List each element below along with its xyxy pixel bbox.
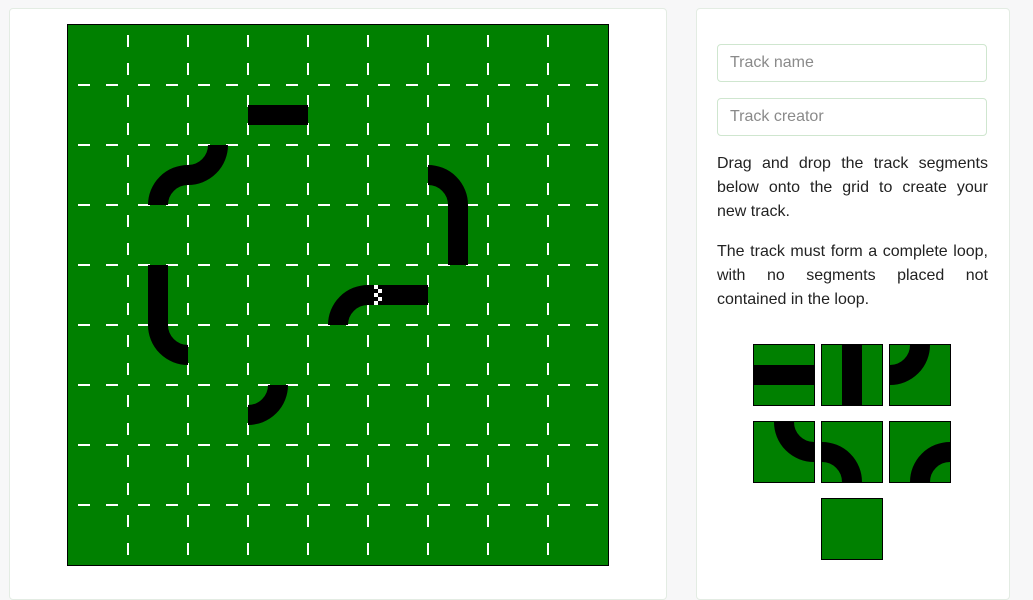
track-segment-curve-right-bottom [148, 165, 189, 206]
palette-segment-straight-vertical[interactable] [821, 344, 883, 406]
track-segment-curve-top-right [148, 324, 189, 365]
track-segment-curve-left-top [247, 384, 288, 425]
empty-tile-icon [822, 499, 882, 559]
track-segment-curve-left-top [187, 144, 228, 185]
drag-drop-instructions: Drag and drop the track segments below o… [717, 155, 988, 220]
track-segment-curve-left-bottom [427, 165, 468, 206]
loop-rule-instructions: The track must form a complete loop, wit… [717, 243, 988, 308]
palette-segment-curve-left-top[interactable] [889, 344, 951, 406]
palette-segment-curve-right-bottom[interactable] [889, 421, 951, 483]
curve-right-bottom-track-icon [910, 442, 950, 482]
track-name-input[interactable] [717, 44, 987, 82]
palette-segment-straight-horizontal[interactable] [753, 344, 815, 406]
start-finish-marker [374, 285, 382, 305]
palette-segment-empty[interactable] [821, 498, 883, 560]
palette-track-shape [910, 442, 950, 482]
curve-top-right-track-icon [774, 422, 814, 462]
track-grid-canvas[interactable] [68, 25, 608, 565]
palette-segment-curve-top-right[interactable] [753, 421, 815, 483]
track-grid[interactable] [67, 24, 609, 566]
curve-left-top-track-icon [890, 345, 930, 385]
track-segment-curve-right-bottom [328, 285, 369, 326]
palette-track-shape [822, 442, 862, 482]
straight-vertical-track-icon [842, 345, 862, 405]
curve-left-bottom-track-icon [822, 442, 862, 482]
palette-track-shape [774, 422, 814, 462]
palette-segment-curve-left-bottom[interactable] [821, 421, 883, 483]
track-creator-input[interactable] [717, 98, 987, 136]
straight-horizontal-track-icon [754, 365, 814, 385]
palette-track-shape [890, 345, 930, 385]
